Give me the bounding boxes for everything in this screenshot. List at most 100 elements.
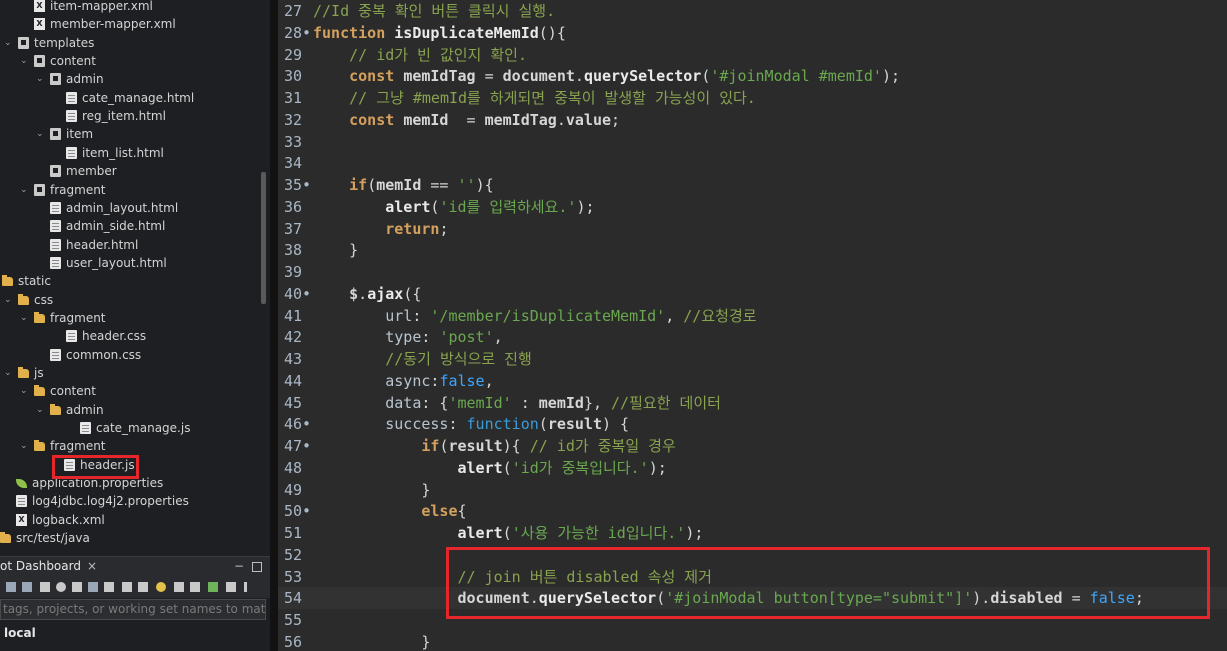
- tree-scrollbar-thumb[interactable]: [261, 172, 266, 304]
- minimize-icon[interactable]: −: [234, 559, 244, 573]
- code-line[interactable]: 44 async:false,: [278, 370, 1227, 392]
- properties-file-icon: [16, 495, 27, 508]
- code-line[interactable]: 30 const memIdTag = document.querySelect…: [278, 65, 1227, 87]
- stop-icon[interactable]: [40, 582, 50, 592]
- tree-item-label: user_layout.html: [66, 255, 167, 270]
- folder-icon: [34, 385, 45, 397]
- tree-item-label: css: [34, 292, 54, 307]
- line-number: 50•: [284, 502, 312, 521]
- panel-divider[interactable]: [270, 0, 278, 651]
- xml-file-icon: X: [34, 0, 45, 12]
- line-number: 39: [284, 263, 303, 281]
- code-line[interactable]: 37 return;: [278, 218, 1227, 240]
- line-number: 33: [284, 132, 303, 151]
- code-line[interactable]: 35• if(memId == ''){: [278, 174, 1227, 196]
- code-line[interactable]: 51 alert('사용 가능한 id입니다.');: [278, 522, 1227, 544]
- chevron-down-icon[interactable]: ⌄: [4, 34, 12, 52]
- code-line[interactable]: 47• if(result){ // id가 중복일 경우: [278, 435, 1227, 457]
- maximize-icon[interactable]: [252, 562, 262, 572]
- code-line[interactable]: 48 alert('id가 중복입니다.');: [278, 457, 1227, 479]
- code-text: //동기 방식으로 진행: [385, 350, 532, 368]
- code-line[interactable]: 46• success: function(result) {: [278, 413, 1227, 435]
- tree-item-label: header.html: [66, 237, 139, 252]
- html-file-icon: [50, 256, 61, 269]
- line-number: 42: [284, 328, 303, 347]
- code-line[interactable]: 27 //Id 중복 확인 버튼 클릭시 실행.: [278, 0, 1227, 22]
- code-line[interactable]: 45 data: {'memId' : memId}, //필요한 데이터: [278, 392, 1227, 414]
- css-file-icon: [50, 348, 61, 361]
- chevron-down-icon[interactable]: ⌄: [36, 70, 44, 88]
- chevron-down-icon[interactable]: ⌄: [36, 401, 44, 419]
- code-line[interactable]: 40• $.ajax({: [278, 283, 1227, 305]
- code-line[interactable]: 33: [278, 131, 1227, 153]
- chevron-down-icon[interactable]: ⌄: [36, 125, 44, 143]
- local-server-item[interactable]: local: [4, 626, 36, 640]
- line-number: 49: [284, 480, 303, 499]
- folder-icon: [34, 440, 45, 452]
- properties-icon[interactable]: [138, 582, 148, 592]
- code-line[interactable]: 31 // 그냥 #memId를 하게되면 중복이 발생할 가능성이 있다.: [278, 87, 1227, 109]
- tree-item-label: common.css: [66, 347, 142, 362]
- lightbulb-icon[interactable]: [156, 582, 166, 592]
- chevron-down-icon[interactable]: ⌄: [4, 364, 12, 382]
- code-text: }: [313, 480, 431, 499]
- code-line[interactable]: 38 }: [278, 239, 1227, 261]
- code-line[interactable]: 28• function isDuplicateMemId(){: [278, 22, 1227, 44]
- code-text: }: [313, 241, 359, 260]
- code-line[interactable]: 43 //동기 방식으로 진행: [278, 348, 1227, 370]
- debug-icon[interactable]: [22, 582, 32, 592]
- package-icon: [34, 55, 45, 68]
- tree-item-label: log4jdbc.log4j2.properties: [32, 494, 189, 509]
- chevron-down-icon[interactable]: ⌄: [20, 181, 28, 199]
- code-line[interactable]: 39: [278, 261, 1227, 283]
- html-file-icon: [66, 146, 77, 159]
- line-number: 27: [284, 2, 303, 20]
- tree-item-label: member: [66, 164, 117, 179]
- chevron-down-icon[interactable]: ⌄: [20, 437, 28, 455]
- chevron-down-icon[interactable]: ⌄: [20, 309, 28, 327]
- code-line[interactable]: 32 const memId = memIdTag.value;: [278, 109, 1227, 131]
- line-number: 30: [284, 67, 303, 86]
- line-number: 32: [284, 110, 303, 129]
- code-line[interactable]: 49 }: [278, 479, 1227, 501]
- console-icon[interactable]: [72, 582, 82, 592]
- code-line[interactable]: 42 type: 'post',: [278, 326, 1227, 348]
- dashboard-tab[interactable]: ot Dashboard ×: [0, 559, 97, 573]
- code-line[interactable]: 29 // id가 빈 값인지 확인.: [278, 44, 1227, 66]
- code-line[interactable]: 56 }: [278, 631, 1227, 651]
- html-file-icon: [50, 220, 61, 233]
- code-line[interactable]: 50• else{: [278, 500, 1227, 522]
- code-text: const memId = memIdTag.value;: [349, 110, 621, 129]
- refresh-icon[interactable]: [88, 582, 98, 592]
- header-js-highlight-box: [52, 455, 139, 479]
- close-icon[interactable]: ×: [87, 559, 97, 573]
- code-text: alert('id가 중복입니다.');: [457, 458, 667, 477]
- filter-icon[interactable]: [190, 582, 200, 592]
- left-panel: Xitem-mapper.xml Xmember-mapper.xml ⌄ templ…: [0, 0, 270, 651]
- code-text: function isDuplicateMemId(){: [313, 23, 566, 42]
- tree-item-label: cate_manage.html: [82, 90, 195, 105]
- dropdown-icon[interactable]: [174, 582, 184, 592]
- package-icon: [50, 165, 61, 178]
- window-icon[interactable]: [122, 582, 132, 592]
- start-icon[interactable]: [6, 582, 16, 592]
- chevron-down-icon[interactable]: ⌄: [20, 382, 28, 400]
- view-menu-icon[interactable]: [244, 582, 247, 592]
- tree-item-label: fragment: [50, 182, 106, 197]
- tree-item-label: static: [18, 274, 51, 289]
- add-icon[interactable]: [208, 582, 218, 592]
- tree-item-label: src/test/java: [16, 531, 90, 546]
- chevron-down-icon[interactable]: ⌄: [20, 52, 28, 70]
- line-number: 38: [284, 241, 303, 260]
- package-icon: [50, 128, 61, 141]
- code-line[interactable]: 34: [278, 152, 1227, 174]
- code-text: if(memId == ''){: [349, 176, 494, 194]
- code-line[interactable]: 41 url: '/member/isDuplicateMemId', //요청…: [278, 305, 1227, 327]
- edit-icon[interactable]: [104, 582, 114, 592]
- code-line[interactable]: 36 alert('id를 입력하세요.');: [278, 196, 1227, 218]
- tree-scrollbar[interactable]: [258, 0, 270, 552]
- chevron-down-icon[interactable]: ⌄: [4, 291, 12, 309]
- chevron-down-icon[interactable]: [226, 582, 236, 592]
- restart-icon[interactable]: [56, 582, 66, 592]
- dashboard-filter-input[interactable]: tags, projects, or working set names to …: [0, 599, 266, 620]
